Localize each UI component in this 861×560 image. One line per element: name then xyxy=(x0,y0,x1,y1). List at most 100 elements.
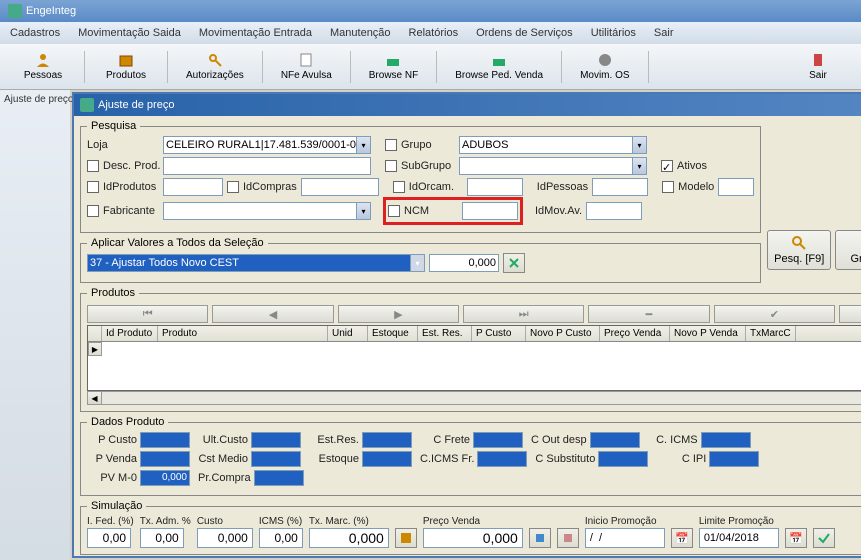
chevron-down-icon[interactable]: ▾ xyxy=(632,158,646,174)
col-estoque[interactable]: Estoque xyxy=(368,326,418,341)
idpessoas-input[interactable] xyxy=(592,178,648,196)
aplicar-combo[interactable]: 37 - Ajustar Todos Novo CEST▾ xyxy=(87,254,425,272)
pesquisa-fieldset: Pesquisa Loja CELEIRO RURAL1|17.481.539/… xyxy=(80,120,761,233)
custo-input[interactable] xyxy=(197,528,253,548)
col-produto[interactable]: Produto xyxy=(158,326,328,341)
menu-mov-saida[interactable]: Movimentação Saida xyxy=(72,25,187,41)
nav-prev[interactable]: ◀ xyxy=(212,305,333,323)
idorcam-check[interactable] xyxy=(393,181,405,193)
inicio-cal[interactable]: 📅 xyxy=(671,528,693,548)
prcompra-val xyxy=(254,470,304,486)
pcusto-label: P Custo xyxy=(87,434,137,446)
menu-sair[interactable]: Sair xyxy=(648,25,680,41)
aplicar-apply-button[interactable] xyxy=(503,253,525,273)
chevron-down-icon[interactable]: ▾ xyxy=(410,255,424,271)
ifed-input[interactable] xyxy=(87,528,131,548)
menu-relatorios[interactable]: Relatórios xyxy=(403,25,465,41)
nav-last[interactable]: ⏭ xyxy=(463,305,584,323)
nav-first[interactable]: ⏮ xyxy=(87,305,208,323)
left-label[interactable]: Ajuste de preço xyxy=(4,94,66,105)
icms-input[interactable] xyxy=(259,528,303,548)
idorcam-input[interactable] xyxy=(467,178,523,196)
pcusto-val xyxy=(140,432,190,448)
limite-input[interactable] xyxy=(699,528,779,548)
limite-cal[interactable]: 📅 xyxy=(785,528,807,548)
modelo-check[interactable] xyxy=(662,181,674,193)
col-precovenda[interactable]: Preço Venda xyxy=(600,326,670,341)
col-estres[interactable]: Est. Res. xyxy=(418,326,472,341)
fabricante-combo[interactable]: ▾ xyxy=(163,202,371,220)
scroll-left[interactable]: ◀ xyxy=(88,392,102,404)
tb-browse-nf[interactable]: Browse NF xyxy=(357,50,430,83)
pesq-button[interactable]: Pesq. [F9] xyxy=(767,230,831,270)
tb-sair[interactable]: Sair xyxy=(783,50,853,83)
col-idproduto[interactable]: Id Produto xyxy=(102,326,158,341)
ncm-input[interactable] xyxy=(462,202,518,220)
menu-utilitarios[interactable]: Utilitários xyxy=(585,25,642,41)
tb-movim-os[interactable]: Movim. OS xyxy=(568,50,641,83)
nav-next[interactable]: ▶ xyxy=(338,305,459,323)
nav-confirm[interactable]: ✔ xyxy=(714,305,835,323)
aplicar-fieldset: Aplicar Valores a Todos da Seleção 37 - … xyxy=(80,237,761,283)
subgrupo-label: SubGrupo xyxy=(401,160,455,172)
pvenda-label: P Venda xyxy=(87,453,137,465)
menu-cadastros[interactable]: Cadastros xyxy=(4,25,66,41)
idprodutos-input[interactable] xyxy=(163,178,223,196)
cipi-label: C IPI xyxy=(656,453,706,465)
txadm-label: Tx. Adm. % xyxy=(140,516,191,527)
produtos-grid[interactable]: Id Produto Produto Unid Estoque Est. Res… xyxy=(87,325,861,391)
ncm-check[interactable] xyxy=(388,205,400,217)
col-unid[interactable]: Unid xyxy=(328,326,368,341)
limite-label: Limite Promoção xyxy=(699,516,779,527)
aplicar-valor[interactable] xyxy=(429,254,499,272)
loja-combo[interactable]: CELEIRO RURAL1|17.481.539/0001-0▾ xyxy=(163,136,371,154)
idmovav-label: IdMov.Av. xyxy=(535,205,582,217)
idmovav-input[interactable] xyxy=(586,202,642,220)
pvenda2-input[interactable] xyxy=(423,528,523,548)
modelo-input[interactable] xyxy=(718,178,754,196)
col-novopvenda[interactable]: Novo P Venda xyxy=(670,326,746,341)
grupo-label: Grupo xyxy=(401,139,455,151)
grid-scroll-h[interactable]: ◀ ▶ xyxy=(87,391,861,405)
pvm0-label: PV M-0 xyxy=(87,472,137,484)
col-pcusto[interactable]: P Custo xyxy=(472,326,526,341)
tb-produtos[interactable]: Produtos xyxy=(91,50,161,83)
txmarc-btn[interactable] xyxy=(395,528,417,548)
sim-fieldset: Simulação I. Fed. (%) Tx. Adm. % Custo I… xyxy=(80,500,861,555)
pvenda-btn[interactable] xyxy=(529,528,551,548)
idcompras-input[interactable] xyxy=(301,178,379,196)
sim-apply[interactable] xyxy=(813,528,835,548)
tb-browse-ped[interactable]: Browse Ped. Venda xyxy=(443,50,555,83)
chevron-down-icon[interactable]: ▾ xyxy=(356,203,370,219)
nav-cancel[interactable]: ✕ xyxy=(839,305,861,323)
pvenda-btn2[interactable] xyxy=(557,528,579,548)
tb-autorizacoes[interactable]: Autorizações xyxy=(174,50,256,83)
ncm-label: NCM xyxy=(404,205,458,217)
txmarc-input[interactable] xyxy=(309,528,389,548)
desc-prod-input[interactable] xyxy=(163,157,371,175)
subgrupo-combo[interactable]: ▾ xyxy=(459,157,647,175)
fabricante-check[interactable] xyxy=(87,205,99,217)
chevron-down-icon[interactable]: ▾ xyxy=(632,137,646,153)
menu-mov-entrada[interactable]: Movimentação Entrada xyxy=(193,25,318,41)
chevron-down-icon[interactable]: ▾ xyxy=(356,137,370,153)
nav-delete[interactable]: ━ xyxy=(588,305,709,323)
col-txmarc[interactable]: TxMarcC xyxy=(746,326,796,341)
idprodutos-check[interactable] xyxy=(87,181,99,193)
idcompras-check[interactable] xyxy=(227,181,239,193)
txadm-input[interactable] xyxy=(140,528,184,548)
gravar-button[interactable]: Gravar xyxy=(835,230,861,270)
tb-nfe[interactable]: NFe Avulsa xyxy=(269,50,344,83)
desc-prod-check[interactable] xyxy=(87,160,99,172)
tb-pessoas[interactable]: Pessoas xyxy=(8,50,78,83)
menu-manutencao[interactable]: Manutenção xyxy=(324,25,397,41)
grupo-combo[interactable]: ADUBOS▾ xyxy=(459,136,647,154)
cstmedio-val xyxy=(251,451,301,467)
subgrupo-check[interactable] xyxy=(385,160,397,172)
col-novopcusto[interactable]: Novo P Custo xyxy=(526,326,600,341)
ativos-check[interactable]: ✓ xyxy=(661,160,673,172)
menu-ordens[interactable]: Ordens de Serviços xyxy=(470,25,579,41)
grupo-check[interactable] xyxy=(385,139,397,151)
dados-fieldset: Dados Produto P Custo Ult.Custo Est.Res.… xyxy=(80,416,861,496)
inicio-input[interactable] xyxy=(585,528,665,548)
